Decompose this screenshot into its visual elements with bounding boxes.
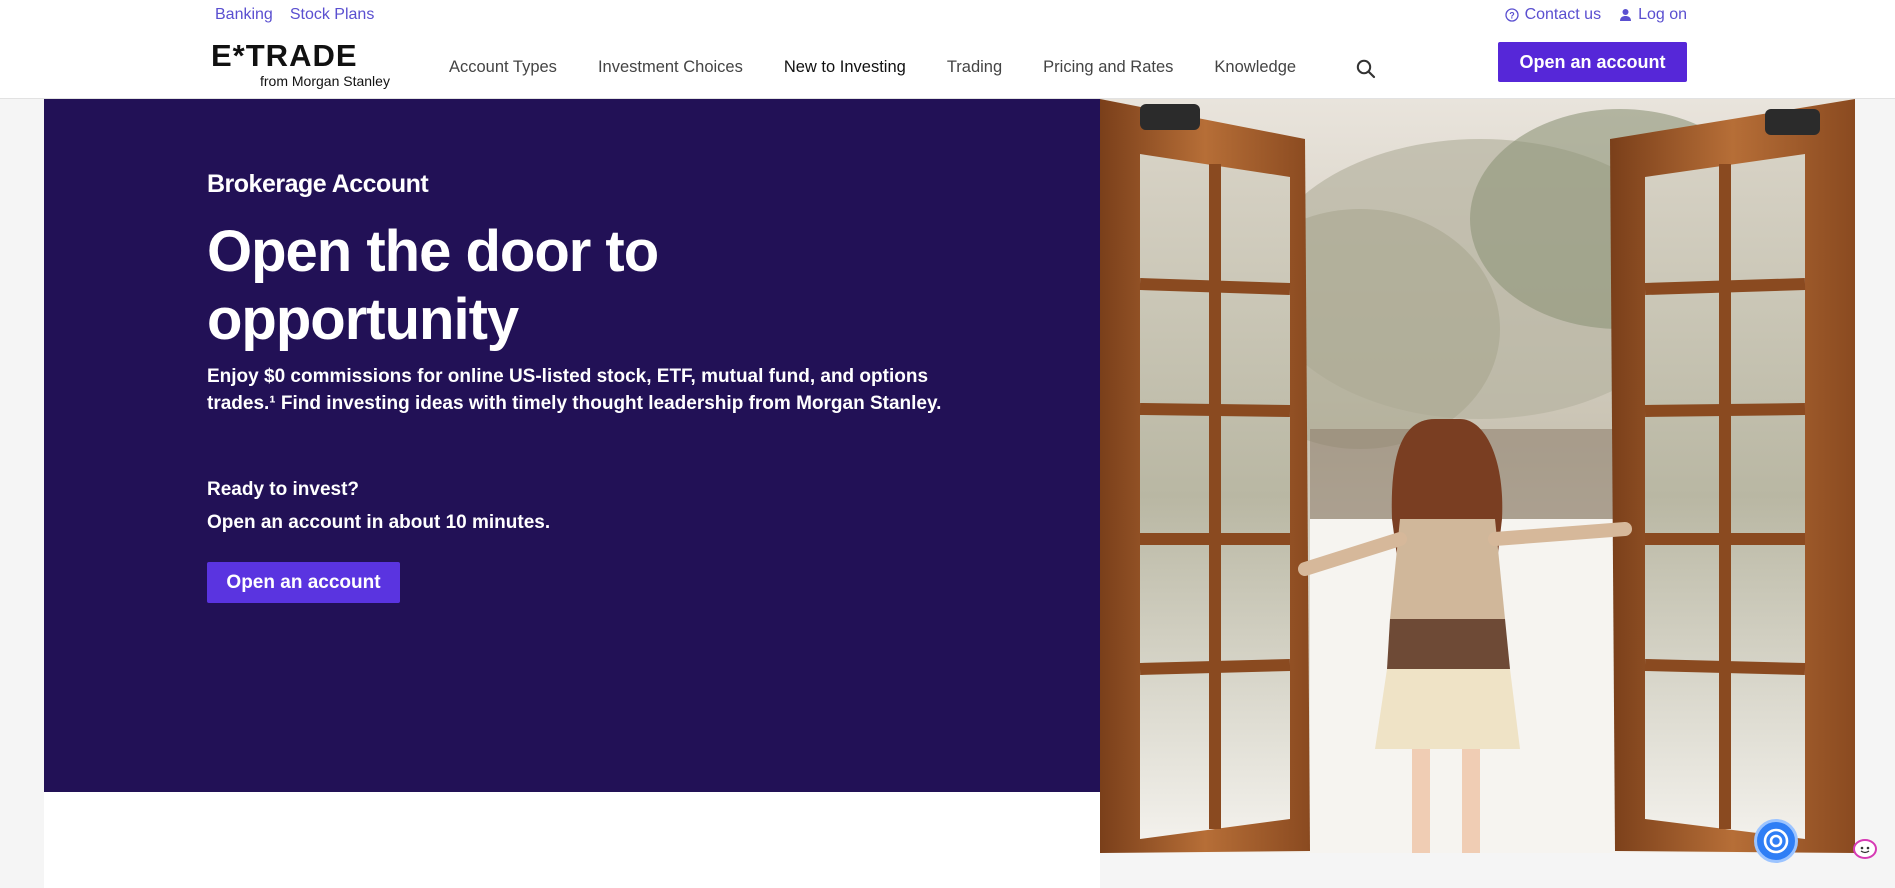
content-area-below-hero — [44, 792, 1100, 888]
nav-trading[interactable]: Trading — [947, 58, 1002, 77]
nav-new-to-investing[interactable]: New to Investing — [784, 58, 906, 77]
open-account-minutes-text: Open an account in about 10 minutes. — [207, 512, 551, 533]
smiley-bubble-icon — [1853, 839, 1877, 859]
banking-link[interactable]: Banking — [215, 6, 273, 24]
hero-panel — [44, 99, 1101, 792]
svg-text:?: ? — [1509, 11, 1515, 21]
nav-knowledge[interactable]: Knowledge — [1214, 58, 1296, 77]
search-button[interactable] — [1355, 58, 1377, 80]
log-on-label: Log on — [1638, 6, 1687, 23]
chat-assistant-button[interactable] — [1754, 819, 1798, 863]
hero-eyebrow: Brokerage Account — [207, 170, 429, 198]
chat-assistant-icon — [1763, 828, 1789, 854]
nav-account-types[interactable]: Account Types — [449, 58, 557, 77]
logo-subline: from Morgan Stanley — [260, 73, 390, 89]
open-account-header-button[interactable]: Open an account — [1498, 42, 1687, 82]
etrade-logo[interactable]: E*TRADE from Morgan Stanley — [211, 40, 401, 92]
logo-wordmark: E*TRADE — [211, 38, 358, 73]
feedback-widget[interactable] — [1851, 837, 1879, 863]
page: Banking Stock Plans ? Contact us Log on … — [0, 0, 1895, 888]
log-on-link[interactable]: Log on — [1619, 6, 1687, 24]
site-header: Banking Stock Plans ? Contact us Log on … — [0, 0, 1895, 99]
open-account-hero-button[interactable]: Open an account — [207, 562, 400, 603]
hero-lede: Enjoy $0 commissions for online US-liste… — [207, 366, 942, 414]
person-icon — [1620, 9, 1632, 21]
contact-us-link[interactable]: ? Contact us — [1504, 6, 1602, 24]
help-circle-icon: ? — [1504, 8, 1519, 22]
hero-headline: Open the door to opportunity — [207, 219, 659, 352]
search-icon — [1356, 59, 1376, 79]
nav-investment-choices[interactable]: Investment Choices — [598, 58, 743, 77]
utility-nav-left: Banking Stock Plans — [215, 6, 374, 24]
ready-to-invest-text: Ready to invest? — [207, 479, 360, 500]
contact-us-label: Contact us — [1524, 6, 1602, 23]
utility-nav-right: ? Contact us Log on — [1504, 6, 1687, 24]
stock-plans-link[interactable]: Stock Plans — [290, 6, 374, 24]
hero-photo-woman-opening-doors — [1100, 99, 1855, 853]
main-nav: Account Types Investment Choices New to … — [449, 58, 1337, 77]
nav-pricing-and-rates[interactable]: Pricing and Rates — [1043, 58, 1173, 77]
